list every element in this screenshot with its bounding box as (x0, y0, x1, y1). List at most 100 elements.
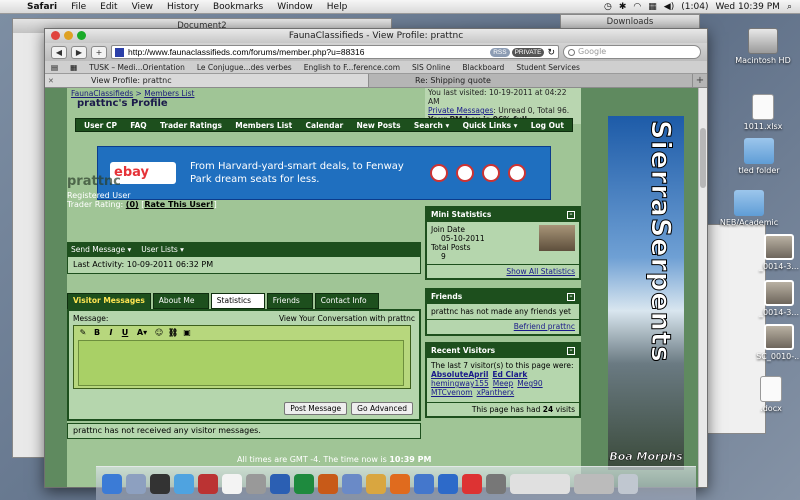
desktop-icon-folder[interactable]: tled folder (724, 138, 794, 175)
nav-calendar[interactable]: Calendar (306, 121, 344, 130)
volume-icon[interactable]: ◀) (664, 2, 674, 12)
menubar-clock[interactable]: Wed 10:39 PM (715, 2, 779, 12)
desktop-icon-docx[interactable]: .docx (736, 376, 800, 413)
go-advanced-button[interactable]: Go Advanced (351, 402, 413, 415)
scrollbar-thumb[interactable] (700, 128, 706, 188)
menu-file[interactable]: File (64, 2, 93, 12)
close-tab-icon[interactable]: ✕ (48, 74, 54, 88)
menu-help[interactable]: Help (320, 2, 355, 12)
user-lists-menu[interactable]: User Lists ▾ (141, 245, 184, 254)
befriend-link[interactable]: Befriend prattnc (514, 322, 575, 331)
message-textarea[interactable] (78, 340, 404, 386)
desktop-icon-photo[interactable]: SC_0010-... (744, 324, 800, 361)
sierra-serpents-banner[interactable]: SierraSerpents Boa Morphs (608, 116, 684, 470)
photo-app-icon[interactable] (366, 473, 386, 494)
bookmark-item[interactable]: English to F...ference.com (304, 63, 400, 72)
menu-view[interactable]: View (125, 2, 160, 12)
breadcrumb-home[interactable]: FaunaClassifieds (71, 89, 133, 98)
send-message-menu[interactable]: Send Message ▾ (71, 245, 131, 254)
image-icon[interactable]: ▣ (182, 328, 192, 337)
bookmarks-icon[interactable]: ▤ (51, 63, 58, 72)
tab-statistics[interactable]: Statistics (210, 293, 265, 309)
desktop-icon-xlsx[interactable]: 1011.xlsx (728, 94, 798, 131)
zoom-icon[interactable] (77, 31, 86, 40)
finder-icon[interactable] (102, 473, 122, 494)
dictionary-icon[interactable] (198, 473, 218, 494)
add-bookmark-button[interactable]: + (91, 45, 107, 59)
dashboard-icon[interactable] (150, 473, 170, 494)
bluetooth-icon[interactable]: ✱ (619, 2, 627, 12)
url-text[interactable]: http://www.faunaclassifieds.com/forums/m… (128, 47, 488, 57)
search-input[interactable]: Google (563, 45, 701, 59)
italic-button[interactable]: I (106, 328, 116, 337)
firefox-icon[interactable] (390, 473, 410, 494)
visitor-link[interactable]: AbsoluteApril (431, 370, 488, 379)
address-bar[interactable]: http://www.faunaclassifieds.com/forums/m… (111, 45, 559, 59)
visitor-link[interactable]: Ed Clark (492, 370, 527, 379)
battery-status[interactable]: (1:04) (681, 2, 708, 12)
word-icon[interactable] (270, 473, 290, 494)
acrobat-icon[interactable] (462, 473, 482, 494)
nav-quick-links[interactable]: Quick Links ▾ (463, 121, 518, 130)
text-color-button[interactable]: A▾ (134, 328, 150, 337)
bookmark-item[interactable]: SIS Online (412, 63, 450, 72)
trash-icon[interactable] (618, 473, 638, 494)
visitor-link[interactable]: hemingway155 (431, 379, 489, 388)
nav-log-out[interactable]: Log Out (531, 121, 564, 130)
menu-window[interactable]: Window (270, 2, 320, 12)
top-sites-icon[interactable]: ▦ (70, 63, 77, 72)
safari-icon[interactable] (174, 473, 194, 494)
forward-button[interactable]: ▶ (71, 45, 87, 59)
nav-members-list[interactable]: Members List (235, 121, 292, 130)
system-preferences-icon[interactable] (246, 473, 266, 494)
minimize-icon[interactable] (64, 31, 73, 40)
itunes-icon[interactable] (414, 473, 434, 494)
calendar-icon[interactable] (222, 473, 242, 494)
dock-window-thumbnail[interactable] (510, 473, 570, 494)
mail-icon[interactable] (126, 473, 146, 494)
menu-app-safari[interactable]: Safari (20, 2, 64, 12)
back-button[interactable]: ◀ (51, 45, 67, 59)
collapse-icon[interactable]: – (567, 293, 575, 301)
smiley-icon[interactable]: ☺ (154, 328, 164, 337)
nav-faq[interactable]: FAQ (130, 121, 146, 130)
preview-icon[interactable] (342, 473, 362, 494)
rss-badge[interactable]: RSS (490, 47, 510, 57)
link-icon[interactable]: ⛓ (168, 328, 178, 337)
spotlight-icon[interactable]: ⌕ (787, 2, 792, 12)
tab-shipping-quote[interactable]: Re: Shipping quote (369, 74, 693, 87)
flag-icon[interactable]: ▦ (648, 2, 657, 12)
nav-new-posts[interactable]: New Posts (357, 121, 401, 130)
tab-view-profile[interactable]: ✕ View Profile: prattnc (45, 74, 369, 87)
visitor-link[interactable]: MTCvenom (431, 388, 473, 397)
desktop-icon-photo[interactable]: _0014-3... (744, 234, 800, 271)
nav-trader-ratings[interactable]: Trader Ratings (160, 121, 222, 130)
post-message-button[interactable]: Post Message (284, 402, 348, 415)
nav-search[interactable]: Search ▾ (414, 121, 449, 130)
app-store-icon[interactable] (438, 473, 458, 494)
time-machine-icon[interactable]: ◷ (604, 2, 612, 12)
new-tab-button[interactable]: + (693, 74, 707, 87)
powerpoint-icon[interactable] (318, 473, 338, 494)
desktop-icon-photo[interactable]: _0014-3... (744, 280, 800, 317)
nav-user-cp[interactable]: User CP (84, 121, 117, 130)
collapse-icon[interactable]: – (567, 347, 575, 355)
underline-button[interactable]: U (120, 328, 130, 337)
reload-icon[interactable]: ↻ (547, 47, 555, 58)
private-messages-link[interactable]: Private Messages (428, 106, 493, 115)
window-titlebar[interactable]: FaunaClassifieds - View Profile: prattnc (45, 29, 707, 43)
bookmark-item[interactable]: TUSK – Medi...Orientation (89, 63, 185, 72)
excel-icon[interactable] (294, 473, 314, 494)
tab-contact-info[interactable]: Contact Info (314, 293, 379, 309)
bookmark-item[interactable]: Student Services (516, 63, 580, 72)
wifi-icon[interactable]: ◠ (633, 2, 641, 12)
show-all-statistics-link[interactable]: Show All Statistics (506, 267, 575, 276)
menu-history[interactable]: History (160, 2, 206, 12)
dock-window-thumbnail[interactable] (574, 473, 614, 494)
desktop-icon-academic[interactable]: NEB/Academic (714, 190, 784, 227)
bookmark-item[interactable]: Le Conjugue...des verbes (197, 63, 292, 72)
visitor-link[interactable]: Meg90 (517, 379, 542, 388)
tab-about-me[interactable]: About Me (152, 293, 209, 309)
breadcrumb-members[interactable]: Members List (144, 89, 194, 98)
close-icon[interactable] (51, 31, 60, 40)
